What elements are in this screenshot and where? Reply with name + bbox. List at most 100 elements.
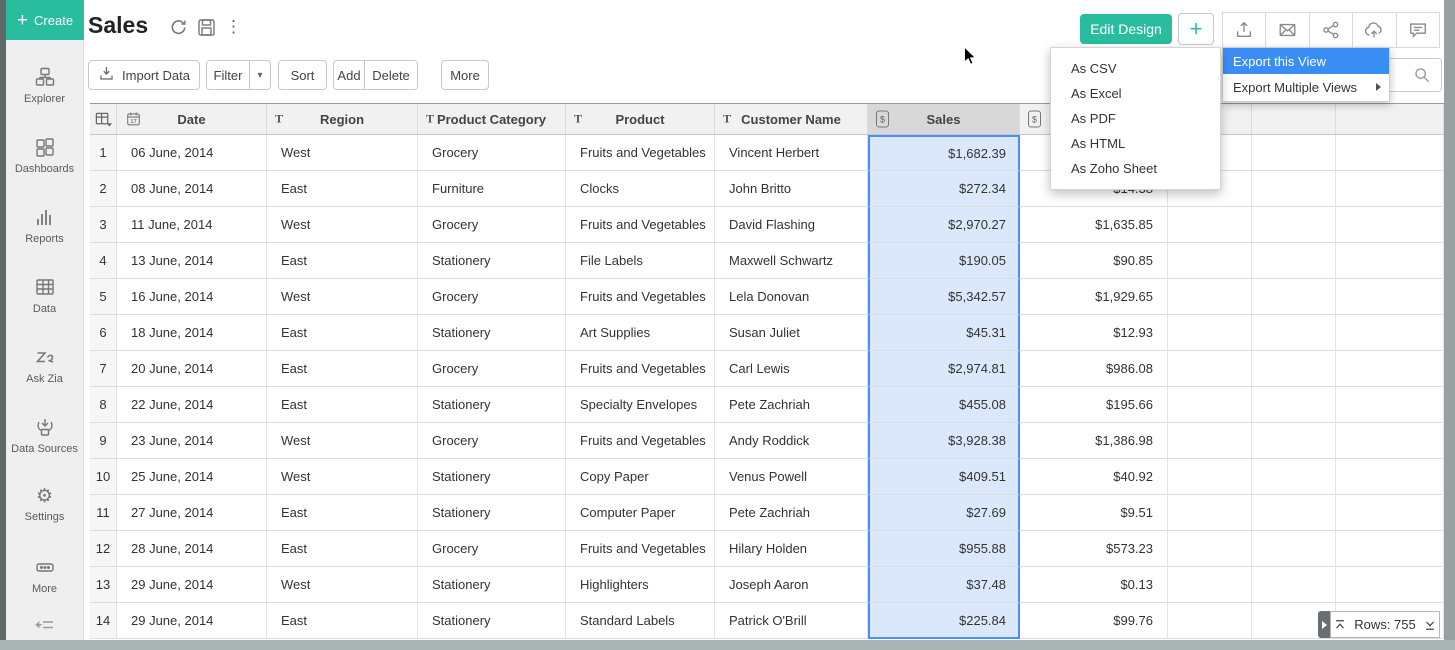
product-cell[interactable]: File Labels: [566, 243, 715, 279]
category-cell[interactable]: Grocery: [418, 351, 566, 387]
category-cell[interactable]: Stationery: [418, 243, 566, 279]
edit-design-button[interactable]: Edit Design: [1080, 14, 1172, 44]
create-button[interactable]: + Create: [6, 0, 84, 40]
product-cell[interactable]: Fruits and Vegetables: [566, 531, 715, 567]
region-cell[interactable]: West: [267, 279, 418, 315]
date-cell[interactable]: 20 June, 2014: [117, 351, 267, 387]
region-cell[interactable]: West: [267, 423, 418, 459]
date-cell[interactable]: 08 June, 2014: [117, 171, 267, 207]
sales-cell[interactable]: $955.88: [868, 531, 1020, 567]
category-cell[interactable]: Stationery: [418, 567, 566, 603]
row-number-cell[interactable]: 1: [90, 135, 117, 171]
cost-cell[interactable]: $40.92: [1020, 459, 1168, 495]
collapse-sidebar-button[interactable]: [33, 614, 57, 636]
empty-cell[interactable]: [1336, 243, 1444, 279]
sales-cell[interactable]: $27.69: [868, 495, 1020, 531]
comments-button[interactable]: [1396, 13, 1439, 47]
empty-cell[interactable]: [1336, 279, 1444, 315]
empty-cell[interactable]: [1252, 243, 1336, 279]
date-cell[interactable]: 06 June, 2014: [117, 135, 267, 171]
customer-cell[interactable]: Venus Powell: [715, 459, 868, 495]
row-number-cell[interactable]: 3: [90, 207, 117, 243]
submenu-item[interactable]: As Excel: [1051, 81, 1220, 106]
sidebar-item-data-sources[interactable]: Data Sources: [6, 400, 83, 470]
refresh-icon[interactable]: [169, 18, 188, 42]
sort-button[interactable]: Sort: [278, 60, 327, 90]
region-cell[interactable]: West: [267, 567, 418, 603]
empty-cell[interactable]: [1336, 423, 1444, 459]
sales-cell[interactable]: $272.34: [868, 171, 1020, 207]
chevron-down-icon[interactable]: ▾: [250, 70, 270, 81]
date-cell[interactable]: 13 June, 2014: [117, 243, 267, 279]
empty-cell[interactable]: [1252, 279, 1336, 315]
sales-cell[interactable]: $225.84: [868, 603, 1020, 639]
empty-cell[interactable]: [1252, 531, 1336, 567]
empty-cell[interactable]: [1168, 603, 1252, 639]
empty-cell[interactable]: [1252, 315, 1336, 351]
empty-cell[interactable]: [1336, 387, 1444, 423]
category-cell[interactable]: Grocery: [418, 207, 566, 243]
customer-cell[interactable]: Lela Donovan: [715, 279, 868, 315]
empty-cell[interactable]: [1168, 567, 1252, 603]
customer-cell[interactable]: Andy Roddick: [715, 423, 868, 459]
cost-cell[interactable]: $9.51: [1020, 495, 1168, 531]
column-header-date[interactable]: 17 Date: [117, 104, 267, 135]
product-cell[interactable]: Fruits and Vegetables: [566, 423, 715, 459]
row-number-cell[interactable]: 12: [90, 531, 117, 567]
row-number-cell[interactable]: 7: [90, 351, 117, 387]
cost-cell[interactable]: $195.66: [1020, 387, 1168, 423]
sales-cell[interactable]: $2,974.81: [868, 351, 1020, 387]
cost-cell[interactable]: $1,386.98: [1020, 423, 1168, 459]
empty-cell[interactable]: [1336, 351, 1444, 387]
region-cell[interactable]: West: [267, 207, 418, 243]
date-cell[interactable]: 11 June, 2014: [117, 207, 267, 243]
empty-cell[interactable]: [1252, 567, 1336, 603]
region-cell[interactable]: East: [267, 495, 418, 531]
customer-cell[interactable]: Joseph Aaron: [715, 567, 868, 603]
scroll-to-bottom-icon[interactable]: [1423, 618, 1437, 632]
date-cell[interactable]: 28 June, 2014: [117, 531, 267, 567]
submenu-item[interactable]: As CSV: [1051, 56, 1220, 81]
column-header-product-category[interactable]: T Product Category: [418, 104, 566, 135]
product-cell[interactable]: Highlighters: [566, 567, 715, 603]
customer-cell[interactable]: Pete Zachriah: [715, 495, 868, 531]
empty-cell[interactable]: [1336, 459, 1444, 495]
sidebar-item-dashboards[interactable]: Dashboards: [6, 120, 83, 190]
category-cell[interactable]: Grocery: [418, 531, 566, 567]
empty-cell[interactable]: [1252, 423, 1336, 459]
empty-cell[interactable]: [1168, 315, 1252, 351]
date-cell[interactable]: 29 June, 2014: [117, 567, 267, 603]
date-cell[interactable]: 22 June, 2014: [117, 387, 267, 423]
empty-cell[interactable]: [1252, 387, 1336, 423]
cost-cell[interactable]: $0.13: [1020, 567, 1168, 603]
product-cell[interactable]: Art Supplies: [566, 315, 715, 351]
empty-cell[interactable]: [1168, 387, 1252, 423]
empty-cell[interactable]: [1252, 495, 1336, 531]
customer-cell[interactable]: Carl Lewis: [715, 351, 868, 387]
region-cell[interactable]: East: [267, 351, 418, 387]
share-button[interactable]: [1309, 13, 1352, 47]
empty-cell[interactable]: [1336, 567, 1444, 603]
product-cell[interactable]: Clocks: [566, 171, 715, 207]
menu-item[interactable]: Export this View: [1223, 48, 1389, 74]
product-cell[interactable]: Fruits and Vegetables: [566, 279, 715, 315]
sidebar-item-more[interactable]: More: [6, 540, 83, 610]
empty-cell[interactable]: [1336, 531, 1444, 567]
region-cell[interactable]: East: [267, 171, 418, 207]
empty-cell[interactable]: [1168, 459, 1252, 495]
region-cell[interactable]: East: [267, 243, 418, 279]
empty-cell[interactable]: [1336, 495, 1444, 531]
empty-cell[interactable]: [1336, 315, 1444, 351]
sidebar-item-settings[interactable]: ⚙ Settings: [6, 470, 83, 540]
date-cell[interactable]: 16 June, 2014: [117, 279, 267, 315]
sales-cell[interactable]: $3,928.38: [868, 423, 1020, 459]
empty-cell[interactable]: [1168, 351, 1252, 387]
add-button[interactable]: Add: [334, 68, 364, 83]
row-number-cell[interactable]: 14: [90, 603, 117, 639]
submenu-item[interactable]: As Zoho Sheet: [1051, 156, 1220, 181]
column-header-region[interactable]: T Region: [267, 104, 418, 135]
empty-cell[interactable]: [1252, 351, 1336, 387]
save-icon[interactable]: [197, 18, 216, 42]
cost-cell[interactable]: $1,929.65: [1020, 279, 1168, 315]
filter-button[interactable]: Filter ▾: [206, 60, 271, 90]
